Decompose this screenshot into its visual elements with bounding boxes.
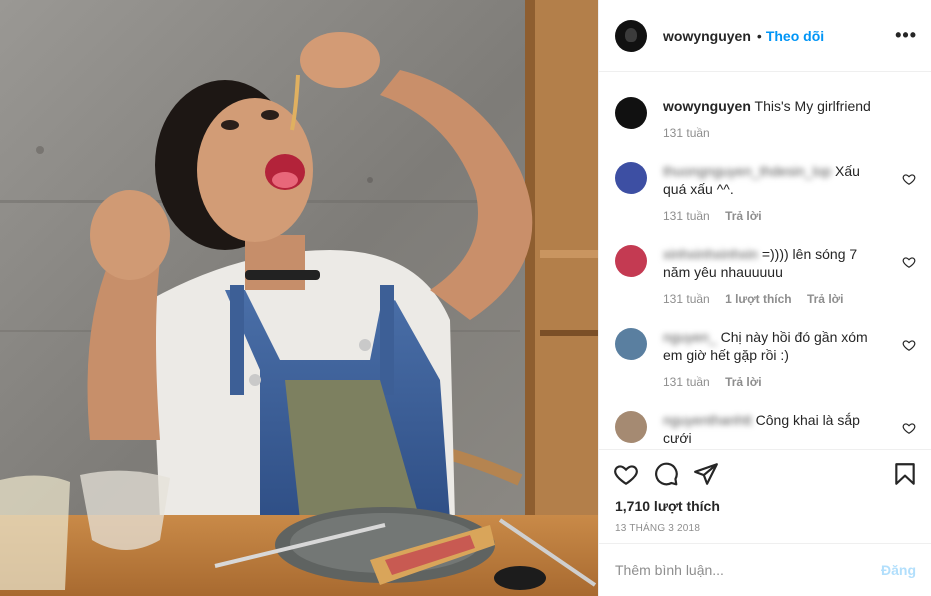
- comment-time[interactable]: 131 tuần: [663, 292, 710, 306]
- commenter-username[interactable]: xinhxinhxinhxin: [663, 246, 758, 262]
- list-item: thuongnguyen_thdesin_lop Xấu quá xấu ^^.…: [615, 162, 916, 223]
- commenter-username[interactable]: nguyenthanhtt: [663, 412, 752, 428]
- reply-button[interactable]: Trả lời: [725, 375, 762, 389]
- add-comment-bar: Đăng: [599, 543, 931, 596]
- commenter-avatar[interactable]: [615, 162, 647, 194]
- comment-bubble-icon[interactable]: [653, 461, 679, 487]
- caption-time: 131 tuần: [663, 126, 710, 140]
- separator-dot: •: [756, 27, 762, 44]
- commenter-username[interactable]: nguyen_: [663, 329, 717, 345]
- post-header: wowynguyen • Theo dõi •••: [599, 0, 931, 72]
- commenter-avatar[interactable]: [615, 411, 647, 443]
- photo-illustration: [0, 0, 598, 596]
- instagram-post: wowynguyen • Theo dõi ••• wowynguyen Thi…: [0, 0, 931, 596]
- paper-plane-icon[interactable]: [693, 461, 719, 487]
- author-avatar[interactable]: [615, 19, 647, 52]
- comment-meta: 131 tuần Trả lời: [663, 209, 916, 223]
- comment-meta: 131 tuần 1 lượt thích Trả lời: [663, 292, 916, 306]
- comment-time[interactable]: 131 tuần: [663, 375, 710, 389]
- caption-text: This's My girlfriend: [754, 98, 871, 114]
- action-icons: [599, 450, 931, 498]
- comments-list[interactable]: wowynguyen This's My girlfriend 131 tuần…: [599, 73, 931, 449]
- caption-avatar[interactable]: [615, 97, 647, 129]
- list-item: xinhxinhxinhxin =)))) lên sóng 7 năm yêu…: [615, 245, 916, 306]
- comment-meta: 131 tuần Trả lời: [663, 375, 916, 389]
- post-photo[interactable]: [0, 0, 598, 596]
- follow-button[interactable]: Theo dõi: [766, 28, 824, 44]
- commenter-avatar[interactable]: [615, 328, 647, 360]
- more-horizontal-icon[interactable]: •••: [895, 26, 917, 44]
- comment-input[interactable]: [615, 562, 881, 578]
- post-caption: wowynguyen This's My girlfriend 131 tuần: [615, 97, 916, 140]
- comment-heart-icon[interactable]: [902, 421, 916, 435]
- commenter-username[interactable]: thuongnguyen_thdesin_lop: [663, 163, 831, 179]
- bookmark-icon[interactable]: [892, 461, 918, 487]
- comment-likes[interactable]: 1 lượt thích: [725, 292, 792, 306]
- comment-time[interactable]: 131 tuần: [663, 209, 710, 223]
- post-actions: 1,710 lượt thích 13 THÁNG 3 2018: [599, 449, 931, 534]
- comment-heart-icon[interactable]: [902, 172, 916, 186]
- heart-outline-icon[interactable]: [613, 461, 639, 487]
- commenter-avatar[interactable]: [615, 245, 647, 277]
- author-username[interactable]: wowynguyen: [663, 28, 751, 44]
- caption-username[interactable]: wowynguyen: [663, 98, 751, 114]
- post-comment-button[interactable]: Đăng: [881, 562, 916, 578]
- comment-heart-icon[interactable]: [902, 255, 916, 269]
- reply-button[interactable]: Trả lời: [807, 292, 844, 306]
- caption-meta: 131 tuần: [663, 126, 916, 140]
- likes-count[interactable]: 1,710 lượt thích: [599, 498, 931, 514]
- post-side-panel: wowynguyen • Theo dõi ••• wowynguyen Thi…: [598, 0, 931, 596]
- comment-heart-icon[interactable]: [902, 338, 916, 352]
- post-date[interactable]: 13 THÁNG 3 2018: [599, 523, 931, 534]
- list-item: nguyen_ Chị này hồi đó gần xóm em giờ hế…: [615, 328, 916, 389]
- list-item: nguyenthanhtt Công khai là sắp cưới: [615, 411, 916, 447]
- reply-button[interactable]: Trả lời: [725, 209, 762, 223]
